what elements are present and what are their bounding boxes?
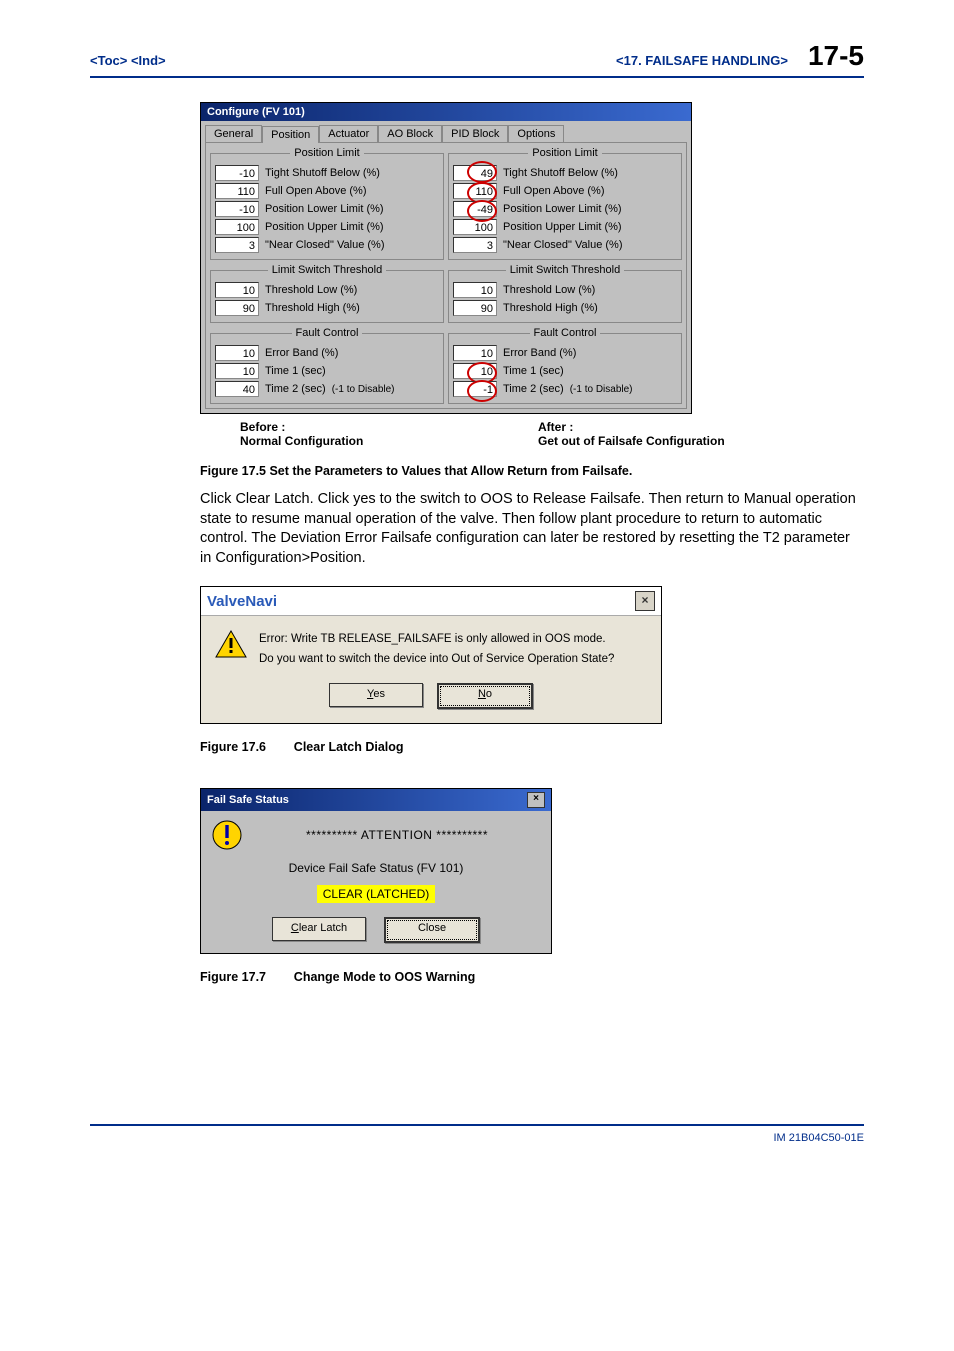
tab-position[interactable]: Position xyxy=(262,126,319,143)
label: Threshold High (%) xyxy=(503,302,598,314)
dialog-line2: Do you want to switch the device into Ou… xyxy=(259,650,614,670)
label: Position Upper Limit (%) xyxy=(503,221,622,233)
label: Time 1 (sec) xyxy=(503,365,564,377)
group-legend: Limit Switch Threshold xyxy=(268,264,386,276)
label: Full Open Above (%) xyxy=(265,185,367,197)
page-header: <Toc> <Ind> <17. FAILSAFE HANDLING> 17-5 xyxy=(90,40,864,78)
after-caption-title: After : xyxy=(538,420,725,434)
after-thresh-high-input[interactable]: 90 xyxy=(453,300,497,316)
dialog-title: Fail Safe Status xyxy=(207,794,289,806)
header-page-number: 17-5 xyxy=(808,40,864,72)
before-after-caption: Before : Normal Configuration After : Ge… xyxy=(200,420,864,448)
label: Time 2 (sec) xyxy=(503,383,564,395)
group-legend: Fault Control xyxy=(292,327,363,339)
failsafe-status-dialog: Fail Safe Status × ********** ATTENTION … xyxy=(200,788,552,954)
page-footer: IM 21B04C50-01E xyxy=(90,1124,864,1144)
label: Full Open Above (%) xyxy=(503,185,605,197)
after-upper-limit-input[interactable]: 100 xyxy=(453,219,497,235)
after-thresh-low-input[interactable]: 10 xyxy=(453,282,497,298)
tab-strip: General Position Actuator AO Block PID B… xyxy=(201,121,691,142)
before-tight-shutoff-input[interactable]: -10 xyxy=(215,165,259,181)
after-limit-switch-group: Limit Switch Threshold 10 Threshold Low (… xyxy=(448,264,682,323)
after-tight-shutoff-input[interactable]: 49 xyxy=(453,165,497,181)
before-limit-switch-group: Limit Switch Threshold 10 Threshold Low (… xyxy=(210,264,444,323)
after-time1-input[interactable]: 10 xyxy=(453,363,497,379)
warning-triangle-icon xyxy=(215,630,247,658)
yes-button[interactable]: Yes xyxy=(329,683,423,707)
group-legend: Position Limit xyxy=(528,147,601,159)
before-column: Position Limit -10 Tight Shutoff Below (%… xyxy=(210,147,444,404)
configure-titlebar: Configure (FV 101) xyxy=(201,103,691,121)
after-column: Position Limit 49 Tight Shutoff Below (%)… xyxy=(448,147,682,404)
tab-general[interactable]: General xyxy=(205,125,262,142)
before-upper-limit-input[interactable]: 100 xyxy=(215,219,259,235)
tab-pid-block[interactable]: PID Block xyxy=(442,125,508,142)
configure-window: Configure (FV 101) General Position Actu… xyxy=(200,102,692,414)
before-thresh-low-input[interactable]: 10 xyxy=(215,282,259,298)
label: Position Upper Limit (%) xyxy=(265,221,384,233)
figure-17-7-caption: Figure 17.7 Change Mode to OOS Warning xyxy=(200,970,864,984)
tab-actuator[interactable]: Actuator xyxy=(319,125,378,142)
label: Position Lower Limit (%) xyxy=(503,203,622,215)
tab-options[interactable]: Options xyxy=(508,125,564,142)
disable-note: (-1 to Disable) xyxy=(332,384,395,395)
label: Tight Shutoff Below (%) xyxy=(265,167,380,179)
label: Time 1 (sec) xyxy=(265,365,326,377)
after-time2-input[interactable]: -1 xyxy=(453,381,497,397)
before-thresh-high-input[interactable]: 90 xyxy=(215,300,259,316)
header-toc-link[interactable]: <Toc> <Ind> xyxy=(90,53,166,68)
tab-ao-block[interactable]: AO Block xyxy=(378,125,442,142)
after-position-limit-group: Position Limit 49 Tight Shutoff Below (%)… xyxy=(448,147,682,260)
before-near-closed-input[interactable]: 3 xyxy=(215,237,259,253)
after-fault-control-group: Fault Control 10 Error Band (%) 10 Time 1 … xyxy=(448,327,682,404)
body-paragraph: Click Clear Latch. Click yes to the swit… xyxy=(200,490,864,568)
footer-doc-id: IM 21B04C50-01E xyxy=(774,1132,865,1144)
before-position-limit-group: Position Limit -10 Tight Shutoff Below (%… xyxy=(210,147,444,260)
close-icon[interactable]: × xyxy=(635,591,655,611)
close-button[interactable]: Close xyxy=(384,917,480,943)
attention-circle-icon xyxy=(211,819,243,851)
label: Threshold High (%) xyxy=(265,302,360,314)
close-icon[interactable]: × xyxy=(527,792,545,808)
before-time1-input[interactable]: 10 xyxy=(215,363,259,379)
label: Time 2 (sec) xyxy=(265,383,326,395)
device-status-line: Device Fail Safe Status (FV 101) xyxy=(211,861,541,875)
before-fault-control-group: Fault Control 10 Error Band (%) 10 Time 1 … xyxy=(210,327,444,404)
status-badge: CLEAR (LATCHED) xyxy=(317,885,435,903)
label: Tight Shutoff Below (%) xyxy=(503,167,618,179)
label: Position Lower Limit (%) xyxy=(265,203,384,215)
label: Error Band (%) xyxy=(265,347,338,359)
label: Error Band (%) xyxy=(503,347,576,359)
figure-17-6-caption: Figure 17.6 Clear Latch Dialog xyxy=(200,740,864,754)
clear-latch-button[interactable]: Clear Latch xyxy=(272,917,366,941)
valvenavi-dialog: ValveNavi × Error: Write TB RELEASE_FAIL… xyxy=(200,586,662,724)
group-legend: Position Limit xyxy=(290,147,363,159)
before-lower-limit-input[interactable]: -10 xyxy=(215,201,259,217)
before-caption-sub: Normal Configuration xyxy=(240,434,498,448)
after-near-closed-input[interactable]: 3 xyxy=(453,237,497,253)
before-time2-input[interactable]: 40 xyxy=(215,381,259,397)
before-full-open-input[interactable]: 110 xyxy=(215,183,259,199)
group-legend: Fault Control xyxy=(530,327,601,339)
label: "Near Closed" Value (%) xyxy=(265,239,385,251)
after-lower-limit-input[interactable]: -49 xyxy=(453,201,497,217)
before-error-band-input[interactable]: 10 xyxy=(215,345,259,361)
no-button[interactable]: No xyxy=(437,683,533,709)
dialog-line1: Error: Write TB RELEASE_FAILSAFE is only… xyxy=(259,630,614,650)
attention-text: ********** ATTENTION ********** xyxy=(253,828,541,842)
group-legend: Limit Switch Threshold xyxy=(506,264,624,276)
after-error-band-input[interactable]: 10 xyxy=(453,345,497,361)
dialog-title: ValveNavi xyxy=(207,593,277,610)
label: Threshold Low (%) xyxy=(265,284,357,296)
after-full-open-input[interactable]: 110 xyxy=(453,183,497,199)
before-caption-title: Before : xyxy=(240,420,498,434)
figure-17-5-caption: Figure 17.5 Set the Parameters to Values… xyxy=(200,464,864,478)
header-chapter[interactable]: <17. FAILSAFE HANDLING> xyxy=(616,53,788,68)
disable-note: (-1 to Disable) xyxy=(570,384,633,395)
label: "Near Closed" Value (%) xyxy=(503,239,623,251)
after-caption-sub: Get out of Failsafe Configuration xyxy=(538,434,725,448)
label: Threshold Low (%) xyxy=(503,284,595,296)
